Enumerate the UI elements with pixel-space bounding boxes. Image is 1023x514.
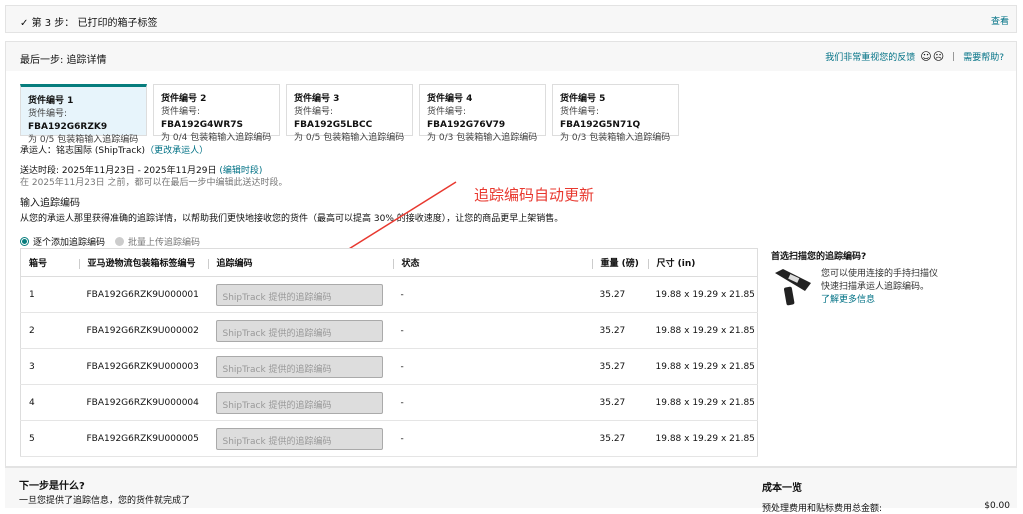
box-number: 2 <box>20 312 79 349</box>
table-row: 5 FBA192G6RZK9U000005 ShipTrack 提供的追踪编码 … <box>20 420 758 457</box>
scan-line1: 您可以使用连接的手持扫描仪 <box>821 269 939 279</box>
box-label-id: FBA192G6RZK9U000001 <box>78 276 208 313</box>
next-desc: 一旦您提供了追踪信息，您的货件就完成了 <box>19 496 191 506</box>
tracking-input[interactable]: ShipTrack 提供的追踪编码 <box>215 319 383 342</box>
status: - <box>392 312 592 349</box>
box-number: 3 <box>20 348 79 385</box>
final-step-panel: 最后一步: 追踪详情 我们非常重视您的反馈 ☺ ☹ | 需要帮助? 货件编号 1货… <box>5 41 1017 467</box>
next-title: 下一步是什么? <box>19 481 85 492</box>
scan-line2: 快速扫描承运人追踪编码。 <box>821 282 930 292</box>
scan-box: 首选扫描您的追踪编码? 您可以使用连接的手持扫描仪 快速扫描承运人追踪编码。 了… <box>771 249 1001 306</box>
status: - <box>392 276 592 313</box>
dimensions: 19.88 x 19.29 x 21.85 <box>647 420 758 457</box>
scan-title: 首选扫描您的追踪编码? <box>771 252 867 262</box>
tracking-input[interactable]: ShipTrack 提供的追踪编码 <box>215 391 383 414</box>
box-label-id: FBA192G6RZK9U000005 <box>78 420 208 457</box>
tracking-input[interactable]: ShipTrack 提供的追踪编码 <box>215 283 383 306</box>
column-header: 亚马逊物流包装箱标签编号 <box>78 248 208 277</box>
step3-title-text: 第 3 步： 已打印的箱子标签 <box>31 18 158 29</box>
dimensions: 19.88 x 19.29 x 21.85 <box>647 276 758 313</box>
column-header: 追踪编码 <box>207 248 393 277</box>
status: - <box>392 420 592 457</box>
view-link[interactable]: 查看 <box>991 14 1009 27</box>
box-label-id: FBA192G6RZK9U000004 <box>78 384 208 421</box>
table-row: 4 FBA192G6RZK9U000004 ShipTrack 提供的追踪编码 … <box>20 384 758 421</box>
tracking-table: 箱号 亚马逊物流包装箱标签编号 追踪编码 状态 重量 (磅) 尺寸 (in) 1 FBA1… <box>20 248 758 457</box>
column-header: 尺寸 (in) <box>647 248 758 277</box>
status: - <box>392 348 592 385</box>
weight: 35.27 <box>591 348 648 385</box>
box-number: 4 <box>20 384 79 421</box>
box-number: 5 <box>20 420 79 457</box>
dimensions: 19.88 x 19.29 x 21.85 <box>647 384 758 421</box>
weight: 35.27 <box>591 312 648 349</box>
check-icon: ✓ <box>20 18 29 29</box>
status: - <box>392 384 592 421</box>
table-row: 2 FBA192G6RZK9U000002 ShipTrack 提供的追踪编码 … <box>20 312 758 349</box>
column-header: 状态 <box>392 248 592 277</box>
tracking-input[interactable]: ShipTrack 提供的追踪编码 <box>215 355 383 378</box>
dimensions: 19.88 x 19.29 x 21.85 <box>647 312 758 349</box>
weight: 35.27 <box>591 276 648 313</box>
step3-title: ✓ 第 3 步： 已打印的箱子标签 <box>20 14 157 29</box>
cost-title: 成本一览 <box>762 483 802 494</box>
tracking-input[interactable]: ShipTrack 提供的追踪编码 <box>215 427 383 450</box>
scanner-icon <box>775 269 811 306</box>
box-label-id: FBA192G6RZK9U000002 <box>78 312 208 349</box>
step3-panel: ✓ 第 3 步： 已打印的箱子标签 查看 <box>5 5 1017 33</box>
footer-panel: 下一步是什么? 一旦您提供了追踪信息，您的货件就完成了 成本一览 预处理费用和贴… <box>5 467 1017 514</box>
table-row: 1 FBA192G6RZK9U000001 ShipTrack 提供的追踪编码 … <box>20 276 758 313</box>
table-row: 3 FBA192G6RZK9U000003 ShipTrack 提供的追踪编码 … <box>20 348 758 385</box>
weight: 35.27 <box>591 420 648 457</box>
column-header: 箱号 <box>20 248 79 277</box>
learn-more-link[interactable]: 了解更多信息 <box>821 295 875 305</box>
dimensions: 19.88 x 19.29 x 21.85 <box>647 348 758 385</box>
box-number: 1 <box>20 276 79 313</box>
box-label-id: FBA192G6RZK9U000003 <box>78 348 208 385</box>
column-header: 重量 (磅) <box>591 248 648 277</box>
weight: 35.27 <box>591 384 648 421</box>
cost-value: $0.00 <box>984 501 1010 511</box>
